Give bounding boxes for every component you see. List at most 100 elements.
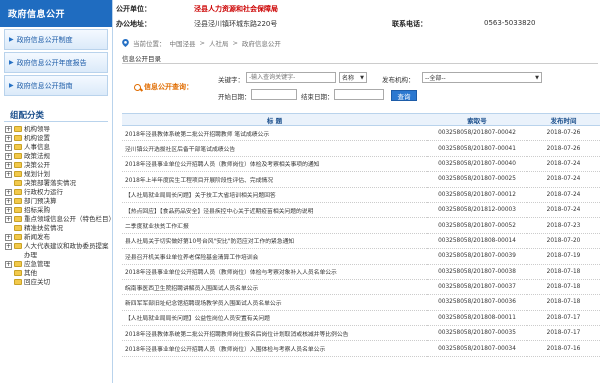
row-date: 2018-07-26 (527, 125, 600, 142)
field-select[interactable]: 名称 ▼ (339, 72, 367, 83)
expand-plus-icon[interactable]: + (5, 243, 12, 250)
row-title-link[interactable]: 泾川镇公开选拔社区后备干部笔试成绩公告 (122, 140, 427, 157)
tree-item-label: 精准扶贫情况 (24, 224, 63, 232)
expand-plus-icon[interactable]: + (5, 261, 12, 268)
folder-icon (14, 243, 22, 249)
tree-item[interactable]: + 部门预决算 (5, 197, 112, 206)
tree-item[interactable]: + 行政权力运行 (5, 188, 112, 197)
row-title-link[interactable]: 【热点回应】【食品药品安全】泾县疾控中心关于近期疫苗相关问题的说明 (122, 202, 427, 219)
table-row: 2018年上半年度民生工程项目开展阶段性评估、完成情况 003258058/201… (122, 171, 600, 188)
tree-item[interactable]: 其他 (5, 269, 112, 278)
row-date: 2018-07-23 (527, 217, 600, 234)
tree-item[interactable]: + 人事信息 (5, 143, 112, 152)
row-date: 2018-07-17 (527, 310, 600, 327)
field-select-value: 名称 (342, 75, 355, 82)
row-title-link[interactable]: 2018年泾县事业单位公开招聘人员（教师岗位）入围体检与考察人员名单公示 (122, 340, 427, 357)
row-index: 003258058/201807-00040 (427, 156, 527, 173)
table-row: 皖南事医西卫生院招聘讲解员入围面试人员名单公示 003258058/201807-… (122, 279, 600, 296)
row-title-link[interactable]: 县人社局关于切实做好第10号台风"安比"防范应对工作的紧急通知 (122, 233, 427, 250)
row-title-link[interactable]: 皖南事医西卫生院招聘讲解员入围面试人员名单公示 (122, 279, 427, 296)
row-index: 003258058/201807-00025 (427, 171, 527, 188)
tree-item[interactable]: + 机构领导 (5, 125, 112, 134)
row-title-link[interactable]: 泾县召开机关事业单位养老保险基金清算工作培训会 (122, 248, 427, 265)
expand-plus-icon[interactable]: + (5, 153, 12, 160)
folder-icon (14, 225, 22, 231)
row-title-link[interactable]: 二季度就业扶贫工作汇报 (122, 217, 427, 234)
start-date-input[interactable] (251, 89, 297, 100)
table-row: 2018年泾县事业单位公开招聘人员（教师岗位）体检及考察相关事项的通知 00325… (122, 156, 600, 173)
tree-item[interactable]: + 决策公开 (5, 161, 112, 170)
expand-plus-icon[interactable]: + (5, 216, 12, 223)
expand-plus-icon[interactable]: + (5, 189, 12, 196)
tree-item-label: 机构领导 (24, 125, 50, 133)
expand-plus-icon[interactable]: + (5, 135, 12, 142)
row-title-link[interactable]: 【人社局就业局局长问题】关于技工大省培训相关问题回答 (122, 187, 427, 203)
row-index: 003258058/201807-00052 (427, 217, 527, 234)
row-date: 2018-07-24 (527, 202, 600, 219)
expand-plus-icon[interactable]: + (5, 162, 12, 169)
expand-plus-icon[interactable]: + (5, 207, 12, 214)
arrow-right-icon: ▶ (9, 82, 14, 89)
tree-item[interactable]: + 应急管理 (5, 260, 112, 269)
row-title-link[interactable]: 2018年泾县事业单位公开招聘人员（教师岗位）体检及考察相关事项的通知 (122, 156, 427, 173)
info-table: 标 题 索取号 发布时间 2018年泾县教体系统第二批公开招聘教师 笔试成绩公示… (122, 113, 600, 357)
folder-icon (14, 126, 22, 132)
expand-plus-icon[interactable]: + (5, 144, 12, 151)
folder-icon (14, 144, 22, 150)
tree-item-label: 招标采购 (24, 206, 50, 214)
tree-item[interactable]: + 规划计划 (5, 170, 112, 179)
org-select[interactable]: --全部-- ▼ (422, 72, 542, 83)
end-date-input[interactable] (334, 89, 384, 100)
address-value: 泾县泾川镇环城东路220号 (194, 20, 278, 28)
tree-item-label: 人事信息 (24, 143, 50, 151)
tree-item[interactable]: + 政策法规 (5, 152, 112, 161)
expand-plus-icon[interactable]: + (5, 171, 12, 178)
tree-item-label: 行政权力运行 (24, 188, 63, 196)
keyword-label: 关键字： (218, 76, 244, 84)
tree-item[interactable]: + 新闻发布 (5, 233, 112, 242)
row-date: 2018-07-18 (527, 294, 600, 311)
expand-plus-icon[interactable]: + (5, 126, 12, 133)
folder-icon (14, 189, 22, 195)
tree-item-label: 新闻发布 (24, 233, 50, 241)
breadcrumb-item[interactable]: 中国泾县 (170, 38, 196, 48)
tree-item[interactable]: 决策部署落实情况 (5, 179, 112, 188)
expand-plus-icon[interactable]: + (5, 198, 12, 205)
breadcrumb-item[interactable]: 人社局 (209, 38, 229, 48)
row-index: 003258058/201807-00038 (427, 264, 527, 280)
search-panel: 信息公开查询： 关键字： 名称 ▼ 发布机构： --全部-- ▼ 开始日期： 结束日… (122, 70, 598, 103)
table-row: 2018年泾县事业单位公开招聘人员（教师岗位）体检与考察对象补入人员名单公示 00… (122, 264, 600, 280)
info-row-unit: 公开单位： 泾县人力资源和社会保障局 (114, 4, 600, 18)
end-date-label: 结束日期： (301, 93, 334, 101)
tree-item[interactable]: 精准扶贫情况 (5, 224, 112, 233)
row-index: 003258058/201807-00035 (427, 325, 527, 342)
row-title-link[interactable]: 新四军军部旧址纪念馆招聘现场教学员入围面试人员名单公示 (122, 294, 427, 311)
row-date: 2018-07-17 (527, 325, 600, 342)
sidebar-link-label: 政府信息公开年度报告 (16, 58, 87, 67)
row-title-link[interactable]: 2018年泾县教体系统第二批公开招聘教师 笔试成绩公示 (122, 125, 427, 142)
folder-icon (14, 270, 22, 276)
tree-item[interactable]: + 人大代表建议和政协委员提案办理 (5, 242, 112, 260)
breadcrumb-item[interactable]: 政府信息公开 (242, 38, 281, 48)
expand-plus-icon[interactable]: + (5, 234, 12, 241)
tree-item[interactable]: + 机构设置 (5, 134, 112, 143)
row-title-link[interactable]: 2018年泾县事业单位公开招聘人员（教师岗位）体检与考察对象补入人员名单公示 (122, 264, 427, 280)
phone-label: 联系电话： (392, 20, 427, 28)
keyword-input[interactable] (246, 72, 336, 83)
row-title-link[interactable]: 【人社局就业局局长问题】公益性岗位人员安置有关问题 (122, 310, 427, 327)
tree-item[interactable]: + 招标采购 (5, 206, 112, 215)
row-index: 003258058/201807-00036 (427, 294, 527, 311)
table-row: 【热点回应】【食品药品安全】泾县疾控中心关于近期疫苗相关问题的说明 0032580… (122, 202, 600, 219)
folder-icon (14, 153, 22, 159)
row-title-link[interactable]: 2018年上半年度民生工程项目开展阶段性评估、完成情况 (122, 171, 427, 188)
query-button[interactable]: 查询 (391, 90, 417, 101)
sidebar-link-annual-report[interactable]: ▶ 政府信息公开年度报告 (4, 52, 108, 73)
folder-icon (14, 216, 22, 222)
tree-item[interactable]: + 重点领域信息公开（特色栏目） (5, 215, 115, 224)
tree-item[interactable]: 回应关切 (5, 278, 112, 287)
sidebar: 政府信息公开 ▶ 政府信息公开制度 ▶ 政府信息公开年度报告 ▶ 政府信息公开指南 组… (0, 0, 115, 383)
sidebar-link-guide[interactable]: ▶ 政府信息公开指南 (4, 75, 108, 96)
sidebar-link-system[interactable]: ▶ 政府信息公开制度 (4, 29, 108, 50)
row-index: 003258058/201807-00034 (427, 340, 527, 357)
row-title-link[interactable]: 2018年泾县教体系统第二批公开招聘教师岗位报名后岗位计划取消或核减并等比例公告 (122, 325, 427, 342)
